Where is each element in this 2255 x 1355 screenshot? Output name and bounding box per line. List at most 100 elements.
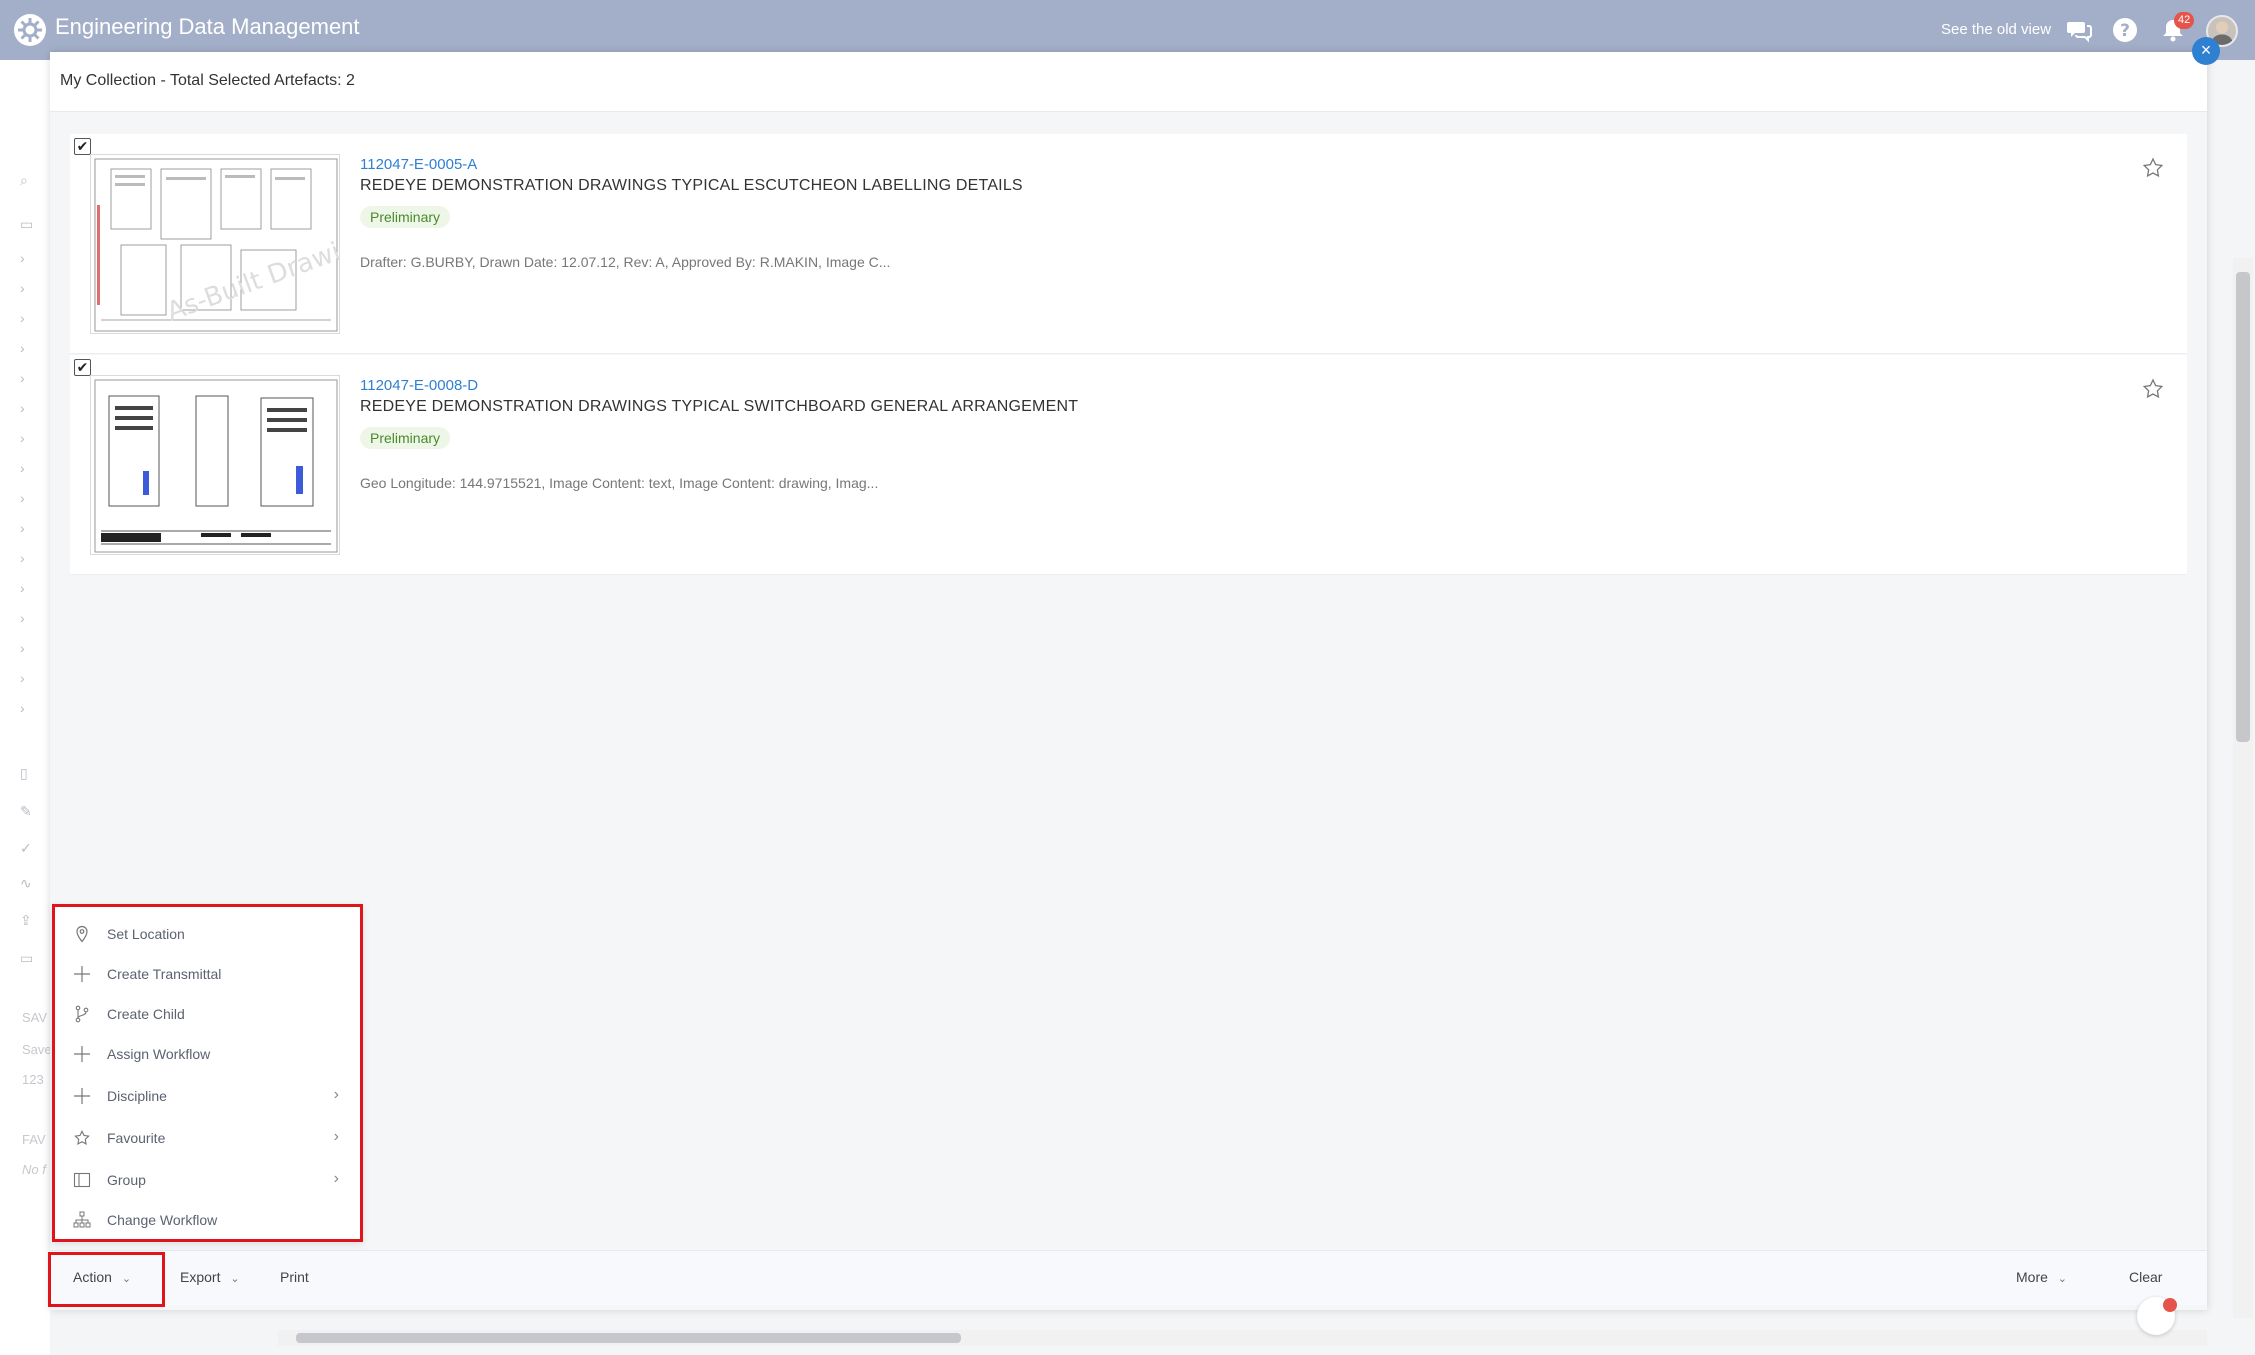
action-button-highlight — [48, 1252, 165, 1307]
scrollbar-thumb[interactable] — [296, 1333, 961, 1343]
inbox-icon[interactable]: ▭ — [20, 950, 46, 972]
saved-section-label: SAV — [22, 1010, 48, 1025]
tree-chevron-icon[interactable]: › — [20, 700, 46, 722]
chevron-right-icon: › — [333, 1170, 339, 1187]
favourites-section-label: FAV — [22, 1132, 46, 1147]
artefact-id-link[interactable]: 112047-E-0008-D — [360, 377, 478, 394]
bottom-toolbar: Action ⌄ Export ⌄ Print More ⌄ Clear — [50, 1250, 2207, 1305]
artefact-card[interactable]: ✔ As-Built Drawing 112047-E-0005-A REDEY… — [70, 134, 2187, 354]
tree-chevron-icon[interactable]: › — [20, 610, 46, 632]
artefact-title: REDEYE DEMONSTRATION DRAWINGS TYPICAL ES… — [360, 177, 1023, 194]
trend-icon[interactable]: ∿ — [20, 875, 46, 897]
action-menu: Set Location Create Transmittal Create C… — [52, 904, 363, 1242]
tree-chevron-icon[interactable]: › — [20, 310, 46, 332]
artefact-card[interactable]: ✔ 112047-E-0008-D REDEYE DEMONSTRATION D… — [70, 355, 2187, 575]
hierarchy-icon — [71, 1209, 93, 1231]
menu-item-group[interactable]: Group › — [63, 1165, 353, 1195]
upload-icon[interactable]: ⇪ — [20, 912, 46, 934]
tree-chevron-icon[interactable]: › — [20, 640, 46, 662]
left-rail: ⌕ ▭ › › › › › › › › › › › › › › › › ▯ ✎ … — [0, 60, 52, 1355]
search-icon[interactable]: ⌕ — [20, 172, 46, 194]
menu-item-label: Group — [107, 1172, 146, 1188]
collection-modal: My Collection - Total Selected Artefacts… — [50, 52, 2207, 1310]
more-button[interactable]: More ⌄ — [2016, 1269, 2067, 1285]
menu-item-label: Set Location — [107, 926, 185, 942]
plus-icon — [71, 1085, 93, 1107]
tree-chevron-icon[interactable]: › — [20, 400, 46, 422]
check-icon[interactable]: ✓ — [20, 840, 46, 862]
tree-chevron-icon[interactable]: › — [20, 280, 46, 302]
chat-icon[interactable] — [2066, 17, 2092, 43]
chevron-down-icon: ⌄ — [2057, 1273, 2068, 1285]
menu-item-assign-workflow[interactable]: Assign Workflow — [63, 1039, 353, 1069]
export-button[interactable]: Export ⌄ — [180, 1269, 240, 1285]
help-icon[interactable]: ? — [2112, 17, 2138, 43]
folder-icon[interactable]: ▭ — [20, 216, 46, 238]
top-bar: Engineering Data Management See the old … — [0, 0, 2255, 60]
export-button-label: Export — [180, 1269, 221, 1285]
status-badge: Preliminary — [360, 206, 451, 228]
artefact-title: REDEYE DEMONSTRATION DRAWINGS TYPICAL SW… — [360, 398, 1079, 415]
artefact-meta: Drafter: G.BURBY, Drawn Date: 12.07.12, … — [360, 254, 891, 270]
tree-chevron-icon[interactable]: › — [20, 250, 46, 272]
chevron-down-icon: ⌄ — [230, 1273, 240, 1285]
plus-icon — [71, 1043, 93, 1065]
menu-item-label: Favourite — [107, 1130, 166, 1146]
artefact-checkbox[interactable]: ✔ — [74, 138, 91, 155]
artefact-meta: Geo Longitude: 144.9715521, Image Conten… — [360, 475, 879, 491]
menu-item-create-child[interactable]: Create Child — [63, 999, 353, 1029]
chevron-right-icon: › — [333, 1086, 339, 1103]
artefact-checkbox[interactable]: ✔ — [74, 359, 91, 376]
vertical-scrollbar[interactable] — [2233, 258, 2253, 1318]
print-button[interactable]: Print — [280, 1269, 309, 1285]
menu-item-change-workflow[interactable]: Change Workflow — [63, 1205, 353, 1235]
horizontal-scrollbar[interactable] — [278, 1330, 2207, 1346]
favourite-star-icon[interactable] — [2141, 156, 2165, 180]
location-pin-icon — [71, 923, 93, 945]
svg-text:?: ? — [2120, 21, 2130, 41]
scrollbar-thumb[interactable] — [2236, 272, 2250, 742]
modal-header: My Collection - Total Selected Artefacts… — [50, 52, 2207, 112]
panel-icon[interactable]: ▯ — [20, 765, 46, 787]
favourite-star-icon[interactable] — [2141, 377, 2165, 401]
menu-item-favourite[interactable]: Favourite › — [63, 1123, 353, 1153]
tree-chevron-icon[interactable]: › — [20, 340, 46, 362]
app-title: Engineering Data Management — [55, 14, 360, 39]
tree-chevron-icon[interactable]: › — [20, 490, 46, 512]
menu-item-create-transmittal[interactable]: Create Transmittal — [63, 959, 353, 989]
clear-button[interactable]: Clear — [2129, 1269, 2162, 1285]
tree-chevron-icon[interactable]: › — [20, 670, 46, 692]
group-icon — [71, 1169, 93, 1191]
menu-item-label: Change Workflow — [107, 1212, 218, 1228]
menu-item-label: Assign Workflow — [107, 1046, 211, 1062]
saved-item: 123 — [22, 1072, 44, 1087]
tree-chevron-icon[interactable]: › — [20, 460, 46, 482]
saved-item: Save — [22, 1042, 52, 1057]
see-old-view-link[interactable]: See the old view — [1941, 21, 2051, 38]
star-icon — [71, 1127, 93, 1149]
tree-chevron-icon[interactable]: › — [20, 370, 46, 392]
tree-chevron-icon[interactable]: › — [20, 520, 46, 542]
artefact-thumbnail[interactable]: As-Built Drawing — [90, 154, 340, 334]
menu-item-discipline[interactable]: Discipline › — [63, 1081, 353, 1111]
menu-item-label: Create Transmittal — [107, 966, 222, 982]
tree-chevron-icon[interactable]: › — [20, 430, 46, 452]
tree-chevron-icon[interactable]: › — [20, 550, 46, 572]
menu-item-set-location[interactable]: Set Location — [63, 919, 353, 949]
cart-badge — [2163, 1298, 2177, 1312]
plus-icon — [71, 963, 93, 985]
tree-chevron-icon[interactable]: › — [20, 580, 46, 602]
pencil-icon[interactable]: ✎ — [20, 803, 46, 825]
favourites-empty-text: No f — [22, 1162, 46, 1177]
branch-icon — [71, 1003, 93, 1025]
notification-badge: 42 — [2174, 12, 2195, 29]
menu-item-label: Create Child — [107, 1006, 185, 1022]
app-logo-icon[interactable] — [14, 14, 46, 46]
close-icon[interactable]: × — [2192, 37, 2220, 65]
menu-item-label: Discipline — [107, 1088, 167, 1104]
chevron-right-icon: › — [333, 1128, 339, 1145]
artefact-id-link[interactable]: 112047-E-0005-A — [360, 156, 477, 173]
modal-title: My Collection - Total Selected Artefacts… — [60, 72, 355, 89]
artefact-thumbnail[interactable] — [90, 375, 340, 555]
status-badge: Preliminary — [360, 427, 451, 449]
